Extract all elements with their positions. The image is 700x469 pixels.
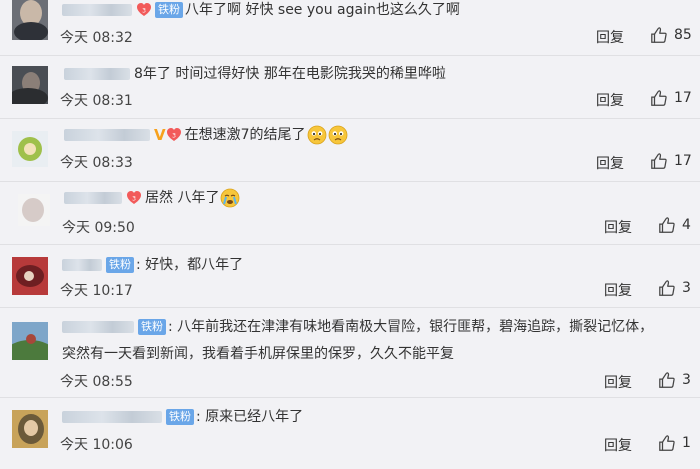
reply-button[interactable]: 回复 <box>596 27 624 47</box>
reply-button[interactable]: 回复 <box>604 372 632 392</box>
comment-text: 在想速激7的结尾了 <box>184 127 306 143</box>
like-count: 4 <box>682 217 691 233</box>
reply-button[interactable]: 回复 <box>596 153 624 173</box>
comment-item: 铁粉: 好快，都八年了 今天 10:17 回复 3 <box>0 245 700 308</box>
fan-badge: 铁粉 <box>138 319 166 335</box>
sad-face-icon <box>307 125 327 145</box>
username[interactable] <box>64 129 150 141</box>
reply-button[interactable]: 回复 <box>596 90 624 110</box>
comment-item: 铁粉: 八年前我还在津津有味地看南极大冒险，银行匪帮，碧海追踪，撕裂记忆体， 突… <box>0 308 700 398</box>
thumbs-up-icon <box>650 152 668 170</box>
avatar[interactable] <box>12 131 48 167</box>
comment-text: 居然 八年了 <box>145 190 220 206</box>
avatar[interactable] <box>12 410 48 448</box>
fan-badge: 铁粉 <box>155 2 183 18</box>
crying-face-icon <box>220 188 240 208</box>
like-button[interactable]: 1 <box>658 434 691 454</box>
comment-text: 八年前我还在津津有味地看南极大冒险，银行匪帮，碧海追踪，撕裂记忆体， <box>177 319 654 335</box>
comment-time: 今天 08:55 <box>60 374 133 390</box>
fan-badge: 铁粉 <box>166 409 194 425</box>
comment-content: 8年了 时间过得好快 那年在电影院我哭的稀里哗啦 <box>64 64 446 84</box>
comment-item: 8年了 时间过得好快 那年在电影院我哭的稀里哗啦 今天 08:31 回复 17 <box>0 56 700 119</box>
comment-content-line-2: 突然有一天看到新闻，我看着手机屏保里的保罗，久久不能平复 <box>62 344 454 364</box>
like-count: 85 <box>674 27 692 43</box>
heart-badge-icon <box>136 2 152 18</box>
avatar[interactable] <box>12 322 48 360</box>
comment-content: 铁粉 八年了啊 好快 see you again也这么久了啊 <box>62 0 460 20</box>
like-count: 17 <box>674 90 692 106</box>
comment-content: 铁粉: 好快，都八年了 <box>62 255 243 275</box>
comment-content: 铁粉: 原来已经八年了 <box>62 407 303 427</box>
like-count: 3 <box>682 280 691 296</box>
avatar[interactable] <box>18 194 50 226</box>
fan-badge: 铁粉 <box>106 257 134 273</box>
comment-time: 今天 10:17 <box>60 283 133 299</box>
vip-icon: V <box>154 126 166 144</box>
comment-time: 今天 08:31 <box>60 93 133 109</box>
comment-content: 铁粉: 八年前我还在津津有味地看南极大冒险，银行匪帮，碧海追踪，撕裂记忆体， <box>62 317 653 337</box>
username[interactable] <box>62 321 134 333</box>
comment-content: V 在想速激7的结尾了 <box>64 125 348 145</box>
like-count: 17 <box>674 153 692 169</box>
comment-text: 时间过得好快 那年在电影院我哭的稀里哗啦 <box>175 66 446 82</box>
thumbs-up-icon <box>650 89 668 107</box>
like-count: 1 <box>682 435 691 451</box>
avatar[interactable] <box>12 257 48 295</box>
comment-text: 八年了啊 好快 see you again也这么久了啊 <box>185 2 460 18</box>
comment-text: 原来已经八年了 <box>205 409 304 425</box>
comment-prefix: 8年了 <box>134 66 171 82</box>
like-button[interactable]: 17 <box>650 89 692 109</box>
reply-button[interactable]: 回复 <box>604 435 632 455</box>
thumbs-up-icon <box>658 279 676 297</box>
comment-time: 今天 09:50 <box>62 220 135 236</box>
like-button[interactable]: 3 <box>658 279 691 299</box>
comment-time: 今天 08:32 <box>60 30 133 46</box>
thumbs-up-icon <box>658 434 676 452</box>
comment-text: 好快，都八年了 <box>145 257 244 273</box>
heart-badge-icon <box>126 190 142 206</box>
comment-content: 居然 八年了 <box>64 188 240 208</box>
thumbs-up-icon <box>650 26 668 44</box>
comment-time: 今天 10:06 <box>60 437 133 453</box>
comment-item: 居然 八年了 今天 09:50 回复 4 <box>0 182 700 245</box>
thumbs-up-icon <box>658 216 676 234</box>
sad-face-icon <box>328 125 348 145</box>
thumbs-up-icon <box>658 371 676 389</box>
username[interactable] <box>64 192 122 204</box>
avatar[interactable] <box>12 0 48 40</box>
username[interactable] <box>62 4 132 16</box>
like-button[interactable]: 85 <box>650 26 692 46</box>
like-button[interactable]: 4 <box>658 216 691 236</box>
like-count: 3 <box>682 372 691 388</box>
like-button[interactable]: 17 <box>650 152 692 172</box>
comment-text-continued: 突然有一天看到新闻，我看着手机屏保里的保罗，久久不能平复 <box>62 346 454 362</box>
username[interactable] <box>64 68 130 80</box>
comment-time: 今天 08:33 <box>60 155 133 171</box>
comment-item: 铁粉: 原来已经八年了 今天 10:06 回复 1 <box>0 398 700 469</box>
reply-button[interactable]: 回复 <box>604 280 632 300</box>
avatar[interactable] <box>12 66 48 104</box>
username[interactable] <box>62 411 162 423</box>
username[interactable] <box>62 259 102 271</box>
reply-button[interactable]: 回复 <box>604 217 632 237</box>
comment-item: V 在想速激7的结尾了 今天 08:33 回复 17 <box>0 119 700 182</box>
like-button[interactable]: 3 <box>658 371 691 391</box>
comment-item: 铁粉 八年了啊 好快 see you again也这么久了啊 今天 08:32 回… <box>0 0 700 56</box>
heart-badge-icon <box>166 127 182 143</box>
